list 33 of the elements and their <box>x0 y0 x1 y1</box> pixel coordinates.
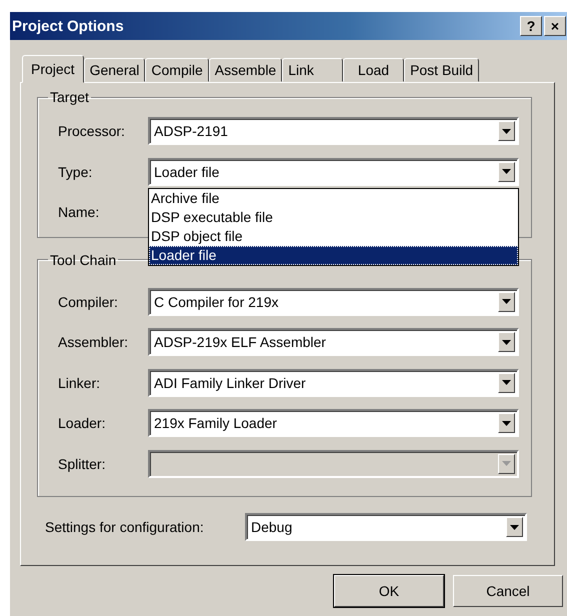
field-label: Settings for configuration: <box>45 519 205 535</box>
group-title: Target <box>49 89 90 105</box>
tab[interactable]: Load <box>342 58 404 82</box>
dropdown-option[interactable]: DSP executable file <box>149 208 518 227</box>
tab[interactable]: Post Build <box>404 58 480 82</box>
tab[interactable]: Compile <box>145 58 209 82</box>
field-label: Assembler: <box>58 334 130 350</box>
dropdown[interactable]: 219x Family Loader <box>148 409 519 438</box>
field-label: Processor: <box>58 123 126 140</box>
field-label: Type: <box>58 164 94 180</box>
tab[interactable]: Project <box>22 55 84 83</box>
dropdown[interactable]: ADSP-219x ELF Assembler <box>148 328 519 356</box>
help-button[interactable]: ? <box>520 16 542 36</box>
ok-button[interactable]: OK <box>334 575 444 607</box>
cancel-button[interactable]: Cancel <box>453 575 563 607</box>
field-label: Splitter: <box>58 456 106 472</box>
dropdown-option[interactable]: Loader file <box>149 246 518 265</box>
dropdown[interactable]: ADSP-2191 <box>148 117 519 146</box>
field-label: Name: <box>58 204 100 220</box>
field-label: Loader: <box>58 415 106 432</box>
dropdown[interactable]: C Compiler for 219x <box>148 288 519 316</box>
dropdown-option[interactable]: DSP object file <box>149 226 518 246</box>
dropdown[interactable]: ADI Family Linker Driver <box>148 368 519 397</box>
tab[interactable]: General <box>84 58 146 82</box>
field-label: Compiler: <box>58 294 119 310</box>
field-label: Linker: <box>58 374 102 391</box>
tab[interactable]: Assemble <box>208 58 282 82</box>
dropdown-option[interactable]: Archive file <box>149 188 518 208</box>
group-title: Tool Chain <box>49 252 118 268</box>
tab[interactable]: Link <box>282 58 343 82</box>
window-title: Project Options <box>12 18 124 34</box>
dropdown[interactable]: Debug <box>245 513 527 541</box>
close-button[interactable]: × <box>544 16 566 36</box>
